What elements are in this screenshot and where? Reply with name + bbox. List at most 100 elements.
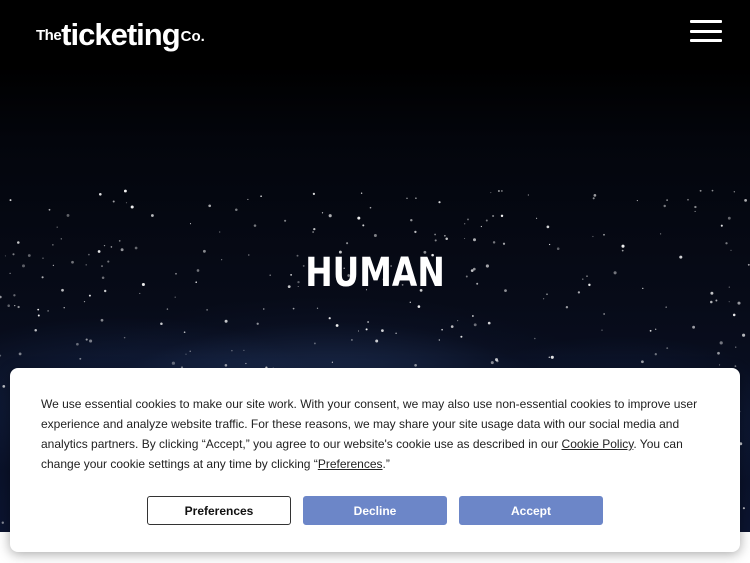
star-dot [100, 318, 104, 322]
star-dot [224, 319, 228, 323]
star-dot [487, 321, 491, 325]
star-dot [534, 337, 536, 340]
star-dot [719, 364, 721, 366]
star-dot [243, 349, 245, 352]
star-dot [655, 328, 657, 330]
star-dot [130, 205, 134, 209]
star-dot [260, 195, 262, 197]
star-dot [641, 360, 644, 364]
star-dot [321, 212, 324, 214]
preferences-button[interactable]: Preferences [147, 496, 291, 525]
star-dot [445, 237, 448, 240]
site-logo[interactable]: The ticketing Co. [36, 14, 205, 50]
star-dot [410, 218, 413, 222]
star-dot [548, 243, 551, 246]
star-dot [247, 198, 249, 200]
star-dot [313, 227, 316, 231]
star-dot [438, 201, 441, 204]
star-dot [4, 255, 6, 257]
star-dot [284, 219, 287, 222]
star-dot [373, 234, 377, 237]
star-dot [593, 194, 597, 197]
star-dot [715, 299, 718, 302]
star-dot [735, 346, 737, 348]
star-dot [659, 233, 662, 235]
star-dot [415, 197, 417, 200]
star-dot [123, 336, 126, 339]
star-dot [365, 328, 368, 331]
star-dot [174, 296, 176, 298]
star-dot [500, 214, 504, 218]
star-dot [438, 339, 440, 341]
star-dot [34, 328, 37, 332]
star-dot [9, 199, 12, 202]
star-dot [744, 199, 747, 202]
star-dot [37, 314, 40, 317]
star-dot [727, 216, 731, 220]
star-dot [694, 205, 697, 209]
star-dot [350, 338, 353, 341]
accept-button[interactable]: Accept [459, 496, 603, 525]
star-dot [492, 214, 495, 218]
star-dot [263, 308, 265, 310]
star-dot [313, 342, 316, 345]
star-dot [256, 322, 259, 325]
star-dot [189, 350, 191, 352]
star-dot [22, 264, 25, 268]
star-dot [603, 233, 605, 236]
star-dot [362, 224, 365, 227]
star-dot [742, 333, 746, 337]
star-dot [2, 385, 6, 388]
hamburger-menu-icon[interactable] [690, 20, 722, 42]
star-dot [665, 306, 667, 308]
star-dot [189, 223, 192, 225]
star-dot [185, 353, 187, 355]
star-dot [546, 225, 550, 229]
preferences-link[interactable]: Preferences [318, 457, 383, 471]
star-dot [480, 225, 483, 228]
logo-co: Co. [180, 28, 205, 45]
star-dot [183, 331, 186, 334]
star-dot [550, 355, 554, 359]
star-dot [56, 226, 58, 228]
star-dot [747, 263, 750, 266]
logo-main: ticketing [61, 17, 180, 52]
star-dot [464, 223, 466, 225]
star-dot [490, 192, 492, 194]
star-dot [118, 240, 121, 242]
star-dot [328, 214, 332, 218]
star-dot [316, 307, 319, 309]
star-dot [42, 257, 44, 259]
star-dot [61, 288, 64, 292]
star-dot [414, 363, 417, 367]
decline-button[interactable]: Decline [303, 496, 447, 525]
star-dot [219, 231, 221, 233]
star-dot [206, 309, 208, 311]
star-dot [171, 361, 175, 365]
star-dot [224, 364, 228, 367]
star-dot [444, 235, 446, 237]
star-dot [434, 233, 437, 236]
star-dot [472, 315, 474, 317]
star-dot [85, 338, 88, 341]
star-dot [292, 307, 295, 310]
star-dot [441, 328, 443, 331]
star-dot [1, 521, 4, 524]
star-dot [9, 272, 11, 275]
star-dot [717, 351, 720, 355]
star-dot [725, 242, 728, 245]
menu-line [690, 20, 722, 23]
star-dot [406, 197, 408, 199]
star-dot [467, 218, 469, 221]
star-dot [134, 246, 138, 250]
star-dot [0, 295, 2, 299]
star-dot [235, 208, 238, 212]
star-dot [666, 347, 669, 349]
star-dot [17, 305, 20, 309]
star-dot [730, 249, 732, 252]
cookie-policy-link[interactable]: Cookie Policy [562, 437, 634, 451]
star-dot [110, 246, 113, 248]
star-dot [450, 325, 454, 328]
star-dot [434, 239, 437, 242]
star-dot [728, 301, 730, 303]
